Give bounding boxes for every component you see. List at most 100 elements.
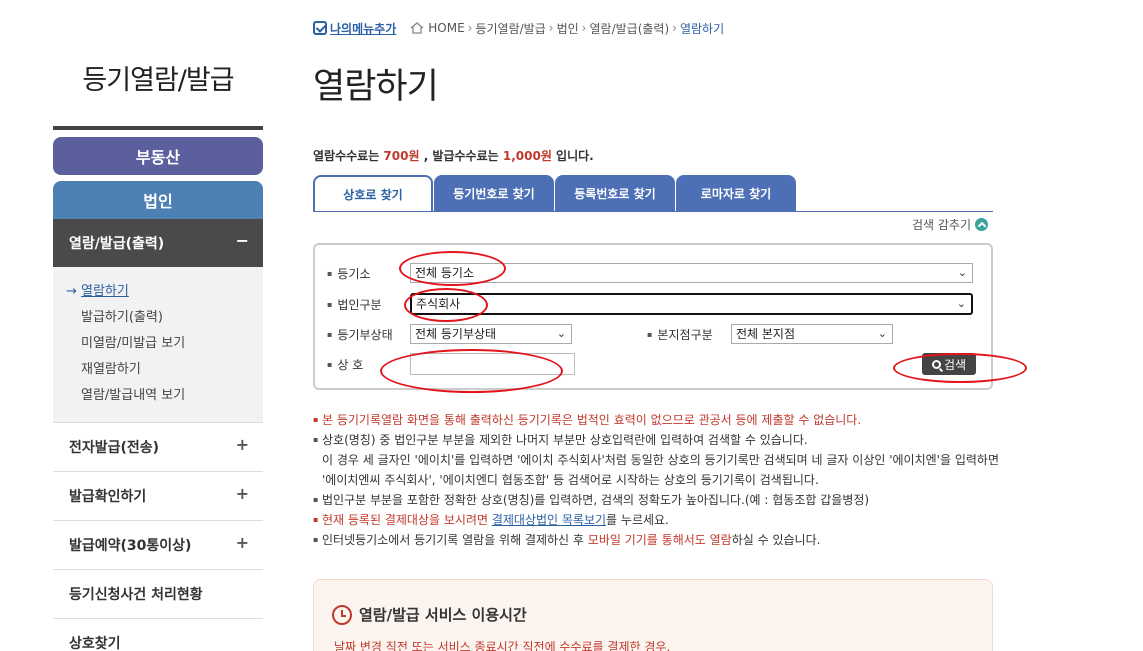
- sidebar-item-e-issue[interactable]: 전자발급(전송) +: [53, 423, 263, 472]
- breadcrumb-view-issue[interactable]: 열람/발급(출력): [589, 20, 669, 37]
- add-my-menu-link[interactable]: 나의메뉴추가: [313, 20, 396, 37]
- chevron-down-icon: ⌄: [956, 297, 966, 310]
- search-button[interactable]: 검색: [922, 353, 976, 375]
- page-title: 열람하기: [313, 67, 439, 107]
- chevron-down-icon: ⌄: [957, 266, 967, 279]
- sidebar-item-label: 발급확인하기: [69, 489, 147, 505]
- tabs-underline: [313, 211, 993, 212]
- notice-text: 를 누르세요.: [606, 513, 669, 527]
- service-hours-text: 날짜 변경 직전 또는 서비스 종료시간 직전에 수수료를 결제한 경우,: [334, 640, 671, 651]
- tab-registration-number[interactable]: 등록번호로 찾기: [555, 175, 675, 212]
- notice-item: 상호(명칭) 중 법인구분 부분을 제외한 나머지 부분만 상호입력란에 입력하…: [313, 430, 993, 450]
- sidebar-item-case-status[interactable]: 등기신청사건 처리현황: [53, 570, 263, 619]
- sidebar-item-issue-verify[interactable]: 발급확인하기 +: [53, 472, 263, 521]
- sidebar: 등기열람/발급 부동산 법인 열람/발급(출력) − → 열람하기 발급하기(출…: [53, 0, 263, 651]
- chevron-up-icon: [975, 218, 989, 231]
- sidebar-item-label: 전자발급(전송): [69, 440, 160, 456]
- notice-text: 법인구분 부분을 포함한 정확한 상호(명칭)를 입력하면, 검색의 정확도가 …: [322, 493, 870, 507]
- chevron-down-icon: ⌄: [556, 327, 566, 340]
- arrow-right-icon: →: [66, 284, 77, 299]
- expand-plus-icon[interactable]: +: [236, 435, 249, 454]
- search-tabs: 상호로 찾기 등기번호로 찾기 등록번호로 찾기 로마자로 찾기: [313, 175, 993, 212]
- submenu-item-issue[interactable]: 발급하기(출력): [53, 307, 263, 333]
- tab-trade-name[interactable]: 상호로 찾기: [313, 175, 433, 212]
- tab-registry-number[interactable]: 등기번호로 찾기: [434, 175, 554, 212]
- service-hours-title: 열람/발급 서비스 이용시간: [332, 604, 527, 625]
- service-hours-box: 열람/발급 서비스 이용시간 날짜 변경 직전 또는 서비스 종료시간 직전에 …: [313, 579, 993, 651]
- corp-type-select[interactable]: 주식회사 ⌄: [410, 293, 973, 315]
- notice-highlight: 모바일 기기를 통해서도 열람: [587, 533, 732, 547]
- sidebar-item-label: 열람/발급(출력): [69, 236, 165, 252]
- registry-status-select[interactable]: 전체 등기부상태 ⌄: [410, 324, 572, 344]
- fee-info: 열람수수료는 700원 , 발급수수료는 1,000원 입니다.: [313, 147, 594, 164]
- fee-prefix: 열람수수료는: [313, 149, 384, 163]
- sidebar-item-label: 등기신청사건 처리현황: [69, 587, 203, 603]
- notice-text: 상호(명칭) 중 법인구분 부분을 제외한 나머지 부분만 상호입력란에 입력하…: [322, 433, 808, 447]
- sidebar-divider: [53, 126, 263, 130]
- home-icon: [410, 22, 424, 34]
- expand-plus-icon[interactable]: +: [236, 484, 249, 503]
- branch-type-label: 본지점구분: [647, 326, 712, 343]
- search-icon: [931, 359, 941, 369]
- hide-search-link[interactable]: 검색 감추기: [912, 216, 989, 233]
- notice-continuation: '에이치엔씨 주식회사', '에이치엔디 협동조합' 등 검색어로 시작하는 상…: [322, 473, 819, 487]
- breadcrumb-home[interactable]: HOME: [428, 21, 464, 35]
- fee-suffix: 입니다.: [551, 149, 594, 163]
- breadcrumb-separator: ›: [672, 21, 677, 35]
- sidebar-item-label: 상호찾기: [69, 636, 121, 651]
- sidebar-item-label: 발급예약(30통이상): [69, 538, 192, 554]
- notice-text: 본 등기기록열람 화면을 통해 출력하신 등기기록은 법적인 효력이 없으므로 …: [322, 413, 862, 427]
- sidebar-item-trade-name-search[interactable]: 상호찾기: [53, 619, 263, 651]
- sidebar-item-view-issue[interactable]: 열람/발급(출력) −: [53, 219, 263, 267]
- issue-fee: 1,000원: [502, 149, 552, 163]
- breadcrumb-current: 열람하기: [679, 21, 725, 36]
- trade-name-input[interactable]: [410, 353, 575, 375]
- sidebar-title: 등기열람/발급: [82, 65, 234, 96]
- branch-type-select[interactable]: 전체 본지점 ⌄: [731, 324, 893, 344]
- corp-type-value: 주식회사: [416, 297, 461, 311]
- notice-item: 본 등기기록열람 화면을 통해 출력하신 등기기록은 법적인 효력이 없으므로 …: [313, 410, 993, 430]
- submenu-item-review[interactable]: 재열람하기: [53, 359, 263, 385]
- chevron-down-icon: ⌄: [877, 327, 887, 340]
- notice-text: 현재 등록된 결제대상을 보시려면: [322, 513, 492, 527]
- notice-continuation: 이 경우 세 글자인 '에이치'를 입력하면 '에이치 주식회사'처럼 동일한 …: [322, 453, 999, 467]
- notice-item: 현재 등록된 결제대상을 보시려면 결제대상법인 목록보기를 누르세요.: [313, 510, 993, 530]
- registry-office-select[interactable]: 전체 등기소 ⌄: [410, 263, 973, 283]
- breadcrumb-corporation[interactable]: 법인: [557, 20, 579, 37]
- sidebar-item-issue-reserve[interactable]: 발급예약(30통이상) +: [53, 521, 263, 570]
- payment-target-list-link[interactable]: 결제대상법인 목록보기: [492, 513, 606, 527]
- notice-list: 본 등기기록열람 화면을 통해 출력하신 등기기록은 법적인 효력이 없으므로 …: [313, 410, 999, 550]
- view-fee: 700원: [383, 149, 420, 163]
- category-realestate-button[interactable]: 부동산: [53, 137, 263, 175]
- search-form: 등기소 전체 등기소 ⌄ 법인구분 주식회사 ⌄ 등기부상태 전체 등기부상태 …: [313, 243, 993, 390]
- breadcrumb-separator: ›: [548, 21, 554, 35]
- registry-status-value: 전체 등기부상태: [415, 327, 497, 341]
- hide-search-label: 검색 감추기: [912, 218, 972, 232]
- search-button-label: 검색: [943, 357, 967, 372]
- submenu-item-history[interactable]: 열람/발급내역 보기: [53, 385, 263, 411]
- alarm-clock-icon: [332, 604, 352, 625]
- collapse-minus-icon[interactable]: −: [236, 231, 249, 250]
- expand-plus-icon[interactable]: +: [236, 533, 249, 552]
- checkbox-icon: [313, 21, 327, 35]
- breadcrumb-registry[interactable]: 등기열람/발급: [475, 20, 545, 37]
- notice-item: 법인구분 부분을 포함한 정확한 상호(명칭)를 입력하면, 검색의 정확도가 …: [313, 490, 993, 510]
- notice-text: 인터넷등기소에서 등기기록 열람을 위해 결제하신 후: [322, 533, 588, 547]
- branch-type-value: 전체 본지점: [736, 327, 796, 341]
- registry-office-value: 전체 등기소: [415, 266, 475, 280]
- breadcrumb-separator: ›: [467, 21, 473, 35]
- notice-item: 인터넷등기소에서 등기기록 열람을 위해 결제하신 후 모바일 기기를 통해서도…: [313, 530, 993, 550]
- submenu-item-unviewed[interactable]: 미열람/미발급 보기: [53, 333, 263, 359]
- sidebar-submenu: → 열람하기 발급하기(출력) 미열람/미발급 보기 재열람하기 열람/발급내역…: [53, 267, 263, 423]
- fee-middle: , 발급수수료는: [419, 149, 503, 163]
- service-hours-title-text: 열람/발급 서비스 이용시간: [359, 606, 527, 624]
- trade-name-label: 상 호: [327, 356, 363, 373]
- category-corporation-button[interactable]: 법인: [53, 181, 263, 219]
- tab-roman-name[interactable]: 로마자로 찾기: [676, 175, 796, 212]
- submenu-item-view[interactable]: → 열람하기: [53, 281, 263, 307]
- registry-office-label: 등기소: [327, 265, 370, 282]
- registry-status-label: 등기부상태: [327, 326, 392, 343]
- add-my-menu-label: 나의메뉴추가: [330, 21, 397, 36]
- breadcrumb: 나의메뉴추가 HOME › 등기열람/발급 › 법인 › 열람/발급(출력) ›…: [313, 18, 724, 38]
- submenu-item-label: 열람하기: [81, 284, 129, 299]
